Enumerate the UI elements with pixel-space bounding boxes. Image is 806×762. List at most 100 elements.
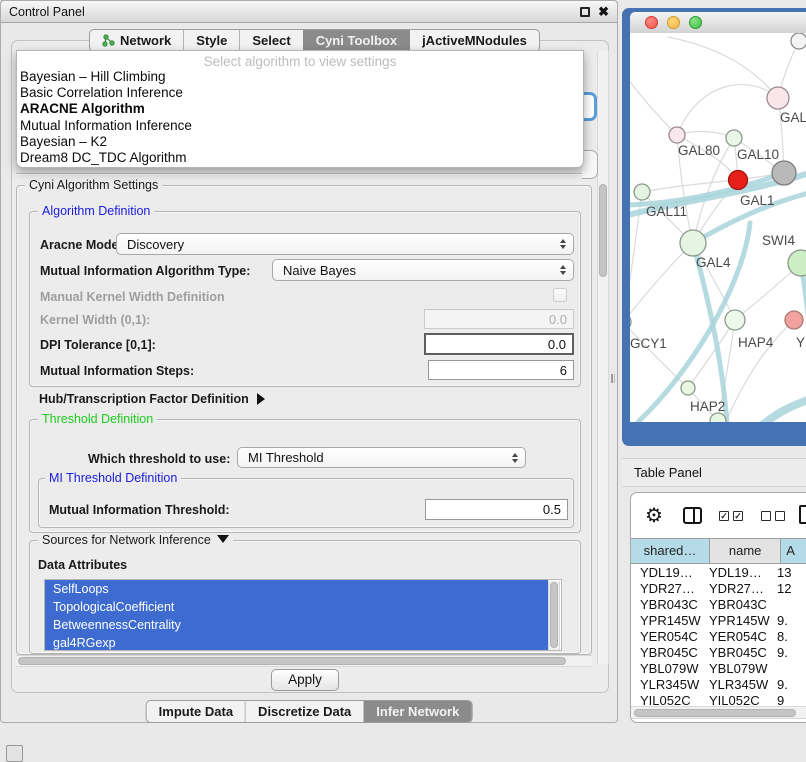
- network-node[interactable]: [669, 127, 685, 143]
- table-row[interactable]: YBR045CYBR045C9.: [631, 645, 806, 661]
- apply-button[interactable]: Apply: [271, 669, 339, 691]
- tab-cyni-toolbox[interactable]: Cyni Toolbox: [303, 30, 409, 51]
- table-row[interactable]: YIL052CYIL052C9: [631, 693, 806, 706]
- threshold-definition-group: Threshold Definition Which threshold to …: [29, 419, 581, 533]
- tab-network-label: Network: [120, 33, 171, 48]
- network-node[interactable]: [729, 171, 748, 190]
- expand-arrow-icon[interactable]: [257, 393, 265, 405]
- table-row[interactable]: YDL19…YDL19…13: [631, 565, 806, 581]
- deselect-all-checkbox-icon[interactable]: [775, 511, 785, 521]
- network-node[interactable]: [791, 33, 806, 49]
- table-panel-card: ⚙ ✓ ✓ shared… name A YDL19…YDL19…13 YDR2…: [630, 492, 806, 723]
- tab-network[interactable]: Network: [90, 30, 183, 51]
- popup-item[interactable]: Dream8 DC_TDC Algorithm: [17, 150, 583, 166]
- close-icon[interactable]: ✖: [598, 3, 609, 21]
- panel-splitter-handle[interactable]: [611, 374, 615, 383]
- dpi-tolerance-field[interactable]: [424, 333, 574, 355]
- mi-steps-field[interactable]: [428, 360, 574, 380]
- mac-zoom-button[interactable]: [689, 16, 702, 29]
- network-node[interactable]: [680, 230, 706, 256]
- sources-group: Sources for Network Inference Data Attri…: [29, 540, 581, 654]
- select-all-checkbox-icon[interactable]: ✓: [719, 511, 729, 521]
- tab-jactivemnodules[interactable]: jActiveMNodules: [409, 30, 539, 51]
- network-canvas[interactable]: GALGAL80GAL10GAL1GAL11GAL4SWI4HAP4YGCY1H…: [630, 33, 806, 422]
- table-row[interactable]: YBL079WYBL079W: [631, 661, 806, 677]
- network-node[interactable]: [634, 184, 650, 200]
- tab-select[interactable]: Select: [239, 30, 302, 51]
- table-options-gear-icon[interactable]: ⚙: [645, 503, 663, 528]
- network-node-label: GCY1: [630, 336, 667, 351]
- tab-infer-network[interactable]: Infer Network: [363, 701, 471, 722]
- content-vertical-scrollbar-thumb[interactable]: [599, 184, 607, 277]
- network-node[interactable]: [767, 87, 789, 109]
- mi-algorithm-type-combo[interactable]: Naive Bayes: [272, 259, 574, 281]
- cyni-bottom-tabbar: Impute Data Discretize Data Infer Networ…: [146, 700, 473, 723]
- deselect-all-checkbox-icon[interactable]: [761, 511, 771, 521]
- network-view-window: GALGAL80GAL10GAL1GAL11GAL4SWI4HAP4YGCY1H…: [622, 8, 806, 446]
- list-item[interactable]: TopologicalCoefficient: [45, 598, 548, 616]
- table-row[interactable]: YER054CYER054C8.: [631, 629, 806, 645]
- content-horizontal-scrollbar[interactable]: [16, 655, 592, 667]
- kernel-width-field[interactable]: [424, 309, 574, 329]
- hub-transcription-section[interactable]: Hub/Transcription Factor Definition: [39, 390, 265, 408]
- column-header-shared-name[interactable]: shared…: [631, 539, 710, 563]
- mac-minimize-button[interactable]: [667, 16, 680, 29]
- content-vertical-scrollbar[interactable]: [597, 51, 609, 664]
- which-threshold-combo[interactable]: MI Threshold: [237, 447, 526, 468]
- list-item[interactable]: SelfLoops: [45, 580, 548, 598]
- screen: Control Panel ✖ Cyni Algorithm Settings …: [0, 0, 806, 762]
- network-node[interactable]: [630, 314, 631, 330]
- float-window-icon[interactable]: [580, 7, 590, 17]
- table-row[interactable]: YDR27…YDR27…12: [631, 581, 806, 597]
- collapsed-panel-button[interactable]: [6, 745, 23, 762]
- tab-impute-data[interactable]: Impute Data: [147, 701, 245, 722]
- control-panel-window: Control Panel ✖ Cyni Algorithm Settings …: [0, 0, 618, 723]
- mi-algorithm-type-label: Mutual Information Algorithm Type:: [40, 264, 250, 278]
- table-horizontal-scrollbar-thumb[interactable]: [634, 709, 796, 717]
- network-node-label: GAL1: [740, 193, 775, 208]
- table-row[interactable]: YPR145WYPR145W9.: [631, 613, 806, 629]
- network-node[interactable]: [726, 130, 742, 146]
- network-edge: [630, 243, 693, 322]
- content-horizontal-scrollbar-thumb[interactable]: [18, 657, 566, 665]
- mi-threshold-field[interactable]: [425, 499, 568, 520]
- mac-close-button[interactable]: [645, 16, 658, 29]
- collapse-arrow-icon[interactable]: [217, 535, 229, 543]
- combo-stepper-icon: [560, 239, 566, 249]
- popup-item[interactable]: Bayesian – Hill Climbing: [17, 69, 583, 85]
- column-header-name[interactable]: name: [710, 539, 781, 563]
- tab-discretize-data[interactable]: Discretize Data: [245, 701, 363, 722]
- popup-item[interactable]: Basic Correlation Inference: [17, 85, 583, 101]
- network-node[interactable]: [725, 310, 745, 330]
- split-columns-icon[interactable]: [683, 507, 702, 524]
- tab-style[interactable]: Style: [183, 30, 239, 51]
- table-horizontal-scrollbar[interactable]: [631, 706, 806, 719]
- groupbox-remnant-line: [16, 173, 594, 175]
- popup-item[interactable]: Mutual Information Inference: [17, 118, 583, 134]
- mi-algorithm-type-value: Naive Bayes: [283, 263, 560, 278]
- network-edge: [762, 397, 806, 422]
- column-header-partial[interactable]: A: [781, 539, 806, 563]
- table-body: YDL19…YDL19…13 YDR27…YDR27…12 YBR043CYBR…: [631, 565, 806, 706]
- popup-placeholder: Select algorithm to view settings: [17, 51, 583, 69]
- sources-title[interactable]: Sources for Network Inference: [38, 533, 233, 547]
- select-all-checkbox-icon[interactable]: ✓: [733, 511, 743, 521]
- network-node[interactable]: [772, 161, 796, 185]
- attribute-list-scrollbar-thumb[interactable]: [550, 582, 558, 648]
- data-attributes-list[interactable]: SelfLoops TopologicalCoefficient Between…: [44, 579, 562, 651]
- table-row[interactable]: YBR043CYBR043C: [631, 597, 806, 613]
- popup-item-selected[interactable]: ARACNE Algorithm: [17, 101, 583, 117]
- manual-kernel-width-checkbox[interactable]: [553, 288, 567, 302]
- table-function-icon[interactable]: [799, 505, 806, 524]
- list-item[interactable]: gal4RGexp: [45, 634, 548, 651]
- algorithm-definition-group: Algorithm Definition Aracne Mode: Discov…: [29, 211, 581, 387]
- popup-item[interactable]: Bayesian – K2: [17, 134, 583, 150]
- network-node-label: GAL80: [678, 143, 720, 158]
- aracne-mode-combo[interactable]: Discovery: [116, 233, 574, 255]
- network-node[interactable]: [681, 381, 695, 395]
- table-row[interactable]: YLR345WYLR345W9.: [631, 677, 806, 693]
- attribute-list-scrollbar[interactable]: [548, 581, 560, 651]
- mi-threshold-definition-title: MI Threshold Definition: [45, 471, 181, 485]
- network-node[interactable]: [785, 311, 803, 329]
- list-item[interactable]: BetweennessCentrality: [45, 616, 548, 634]
